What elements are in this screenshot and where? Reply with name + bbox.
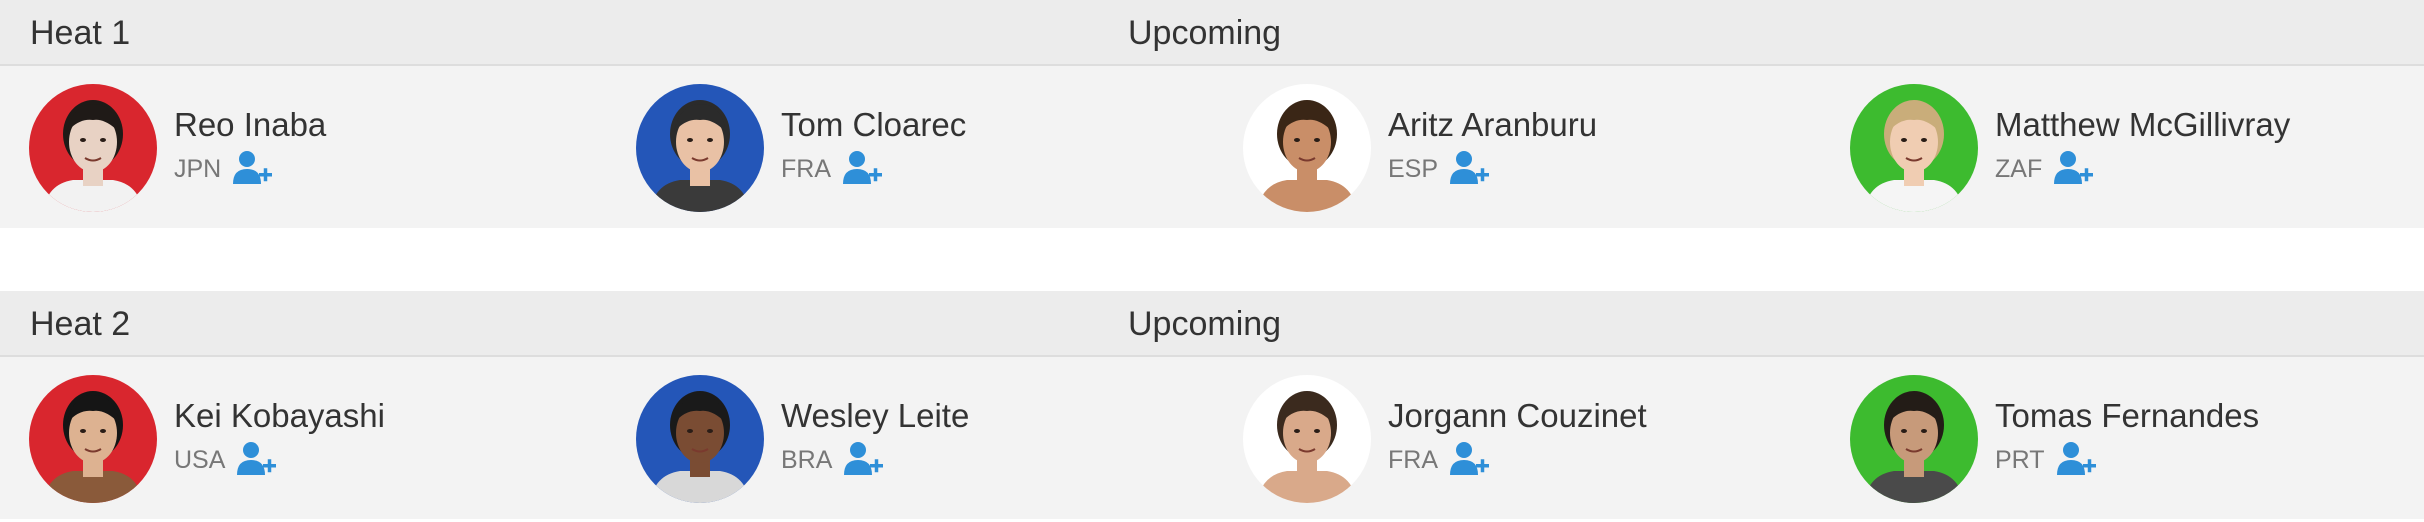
athlete-avatar[interactable] <box>1850 84 1978 212</box>
athlete-name[interactable]: Tom Cloarec <box>781 106 966 144</box>
athlete-card: Tom Cloarec FRA <box>636 84 1236 212</box>
follow-athlete-button[interactable] <box>2054 150 2094 186</box>
athlete-card: Wesley Leite BRA <box>636 375 1236 503</box>
add-user-icon <box>2054 151 2093 184</box>
athlete-country: ESP <box>1388 155 1439 183</box>
athlete-card: Aritz Aranburu ESP <box>1243 84 1843 212</box>
heat-header: Heat 1 Upcoming <box>0 0 2424 66</box>
follow-athlete-button[interactable] <box>843 150 883 186</box>
heat-header: Heat 2 Upcoming <box>0 291 2424 357</box>
athlete-avatar[interactable] <box>1850 375 1978 503</box>
athlete-avatar[interactable] <box>29 375 157 503</box>
athlete-country: USA <box>174 446 226 474</box>
follow-athlete-button[interactable] <box>233 150 273 186</box>
add-user-icon <box>233 151 272 184</box>
athlete-name[interactable]: Tomas Fernandes <box>1995 397 2259 435</box>
athlete-country: PRT <box>1995 446 2045 474</box>
heat-title: Heat 1 <box>30 14 131 52</box>
heat-title: Heat 2 <box>30 305 131 343</box>
athlete-avatar[interactable] <box>1243 84 1371 212</box>
athlete-portrait <box>1243 375 1371 503</box>
athlete-card: Tomas Fernandes PRT <box>1850 375 2424 503</box>
heat-1-section: Heat 1 Upcoming Reo Inaba JPN Tom Cloare… <box>0 0 2424 228</box>
athlete-avatar[interactable] <box>29 84 157 212</box>
follow-athlete-button[interactable] <box>1450 150 1490 186</box>
athlete-card: Kei Kobayashi USA <box>29 375 629 503</box>
follow-athlete-button[interactable] <box>2057 441 2097 477</box>
athlete-avatar[interactable] <box>636 375 764 503</box>
athlete-name[interactable]: Wesley Leite <box>781 397 969 435</box>
heat-status: Upcoming <box>1128 14 1282 52</box>
athlete-portrait <box>636 375 764 503</box>
athlete-avatar[interactable] <box>1243 375 1371 503</box>
athlete-name[interactable]: Kei Kobayashi <box>174 397 385 435</box>
heat-2-section: Heat 2 Upcoming Kei Kobayashi USA Wesley… <box>0 291 2424 519</box>
athlete-name[interactable]: Aritz Aranburu <box>1388 106 1597 144</box>
add-user-icon <box>1450 151 1489 184</box>
follow-athlete-button[interactable] <box>237 441 277 477</box>
athlete-portrait <box>1850 375 1978 503</box>
athlete-avatar[interactable] <box>636 84 764 212</box>
add-user-icon <box>843 151 882 184</box>
athlete-card: Jorgann Couzinet FRA <box>1243 375 1843 503</box>
athlete-country: FRA <box>781 155 831 183</box>
athlete-name[interactable]: Reo Inaba <box>174 106 326 144</box>
heat-athletes: Reo Inaba JPN Tom Cloarec FRA Aritz Aran… <box>0 66 2424 228</box>
add-user-icon <box>1450 442 1489 475</box>
athlete-card: Matthew McGillivray ZAF <box>1850 84 2424 212</box>
athlete-card: Reo Inaba JPN <box>29 84 629 212</box>
athlete-country: FRA <box>1388 446 1438 474</box>
heat-athletes: Kei Kobayashi USA Wesley Leite BRA Jorga… <box>0 357 2424 519</box>
athlete-name[interactable]: Matthew McGillivray <box>1995 106 2290 144</box>
athlete-portrait <box>29 84 157 212</box>
athlete-portrait <box>29 375 157 503</box>
athlete-country: JPN <box>174 155 222 183</box>
athlete-portrait <box>636 84 764 212</box>
add-user-icon <box>2057 442 2096 475</box>
follow-athlete-button[interactable] <box>1450 441 1490 477</box>
athlete-country: BRA <box>781 446 833 474</box>
follow-athlete-button[interactable] <box>844 441 884 477</box>
heat-status: Upcoming <box>1128 305 1282 343</box>
athlete-country: ZAF <box>1995 155 2043 183</box>
add-user-icon <box>844 442 883 475</box>
athlete-name[interactable]: Jorgann Couzinet <box>1388 397 1647 435</box>
athlete-portrait <box>1243 84 1371 212</box>
athlete-portrait <box>1850 84 1978 212</box>
add-user-icon <box>237 442 276 475</box>
